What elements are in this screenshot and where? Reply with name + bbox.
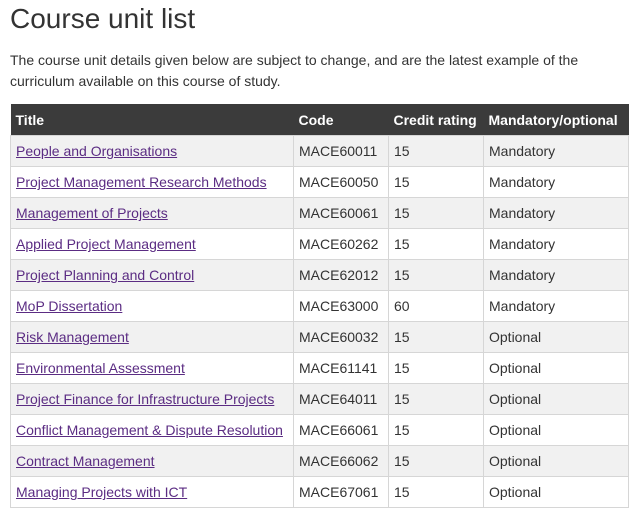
cell-status: Mandatory <box>483 259 629 291</box>
course-unit-link[interactable]: Project Planning and Control <box>16 267 194 283</box>
cell-title: Management of Projects <box>10 197 294 229</box>
cell-credit: 15 <box>388 476 484 508</box>
course-unit-link[interactable]: MoP Dissertation <box>16 298 122 314</box>
course-unit-link[interactable]: Conflict Management & Dispute Resolution <box>16 422 283 438</box>
cell-title: Managing Projects with ICT <box>10 476 294 508</box>
cell-code: MACE62012 <box>293 259 389 291</box>
table-row: MoP Dissertation MACE63000 60 Mandatory <box>10 290 629 322</box>
cell-code: MACE63000 <box>293 290 389 322</box>
cell-credit: 60 <box>388 290 484 322</box>
cell-title: Applied Project Management <box>10 228 294 260</box>
cell-status: Optional <box>483 383 629 415</box>
course-unit-link[interactable]: People and Organisations <box>16 143 177 159</box>
course-unit-link[interactable]: Environmental Assessment <box>16 360 185 376</box>
cell-credit: 15 <box>388 197 484 229</box>
cell-title: MoP Dissertation <box>10 290 294 322</box>
cell-credit: 15 <box>388 383 484 415</box>
cell-title: Project Management Research Methods <box>10 166 294 198</box>
cell-code: MACE67061 <box>293 476 389 508</box>
cell-credit: 15 <box>388 259 484 291</box>
cell-code: MACE66062 <box>293 445 389 477</box>
table-row: Contract Management MACE66062 15 Optional <box>10 445 629 477</box>
column-header-code: Code <box>293 104 389 136</box>
cell-title: Project Finance for Infrastructure Proje… <box>10 383 294 415</box>
cell-credit: 15 <box>388 166 484 198</box>
page-title: Course unit list <box>10 3 196 34</box>
cell-status: Optional <box>483 476 629 508</box>
course-unit-table: Title Code Credit rating Mandatory/optio… <box>10 104 629 508</box>
cell-status: Mandatory <box>483 166 629 198</box>
cell-code: MACE60050 <box>293 166 389 198</box>
table-row: Project Finance for Infrastructure Proje… <box>10 383 629 415</box>
cell-status: Optional <box>483 414 629 446</box>
cell-status: Optional <box>483 445 629 477</box>
intro-text: The course unit details given below are … <box>10 52 579 89</box>
cell-title: Conflict Management & Dispute Resolution <box>10 414 294 446</box>
cell-title: Environmental Assessment <box>10 352 294 384</box>
course-unit-link[interactable]: Contract Management <box>16 453 155 469</box>
table-row: Conflict Management & Dispute Resolution… <box>10 414 629 446</box>
course-unit-page: Course unit list The course unit details… <box>0 0 640 523</box>
cell-code: MACE66061 <box>293 414 389 446</box>
cell-code: MACE61141 <box>293 352 389 384</box>
table-row: People and Organisations MACE60011 15 Manda… <box>10 135 629 167</box>
cell-title: Contract Management <box>10 445 294 477</box>
cell-title: People and Organisations <box>10 135 294 167</box>
table-header-row: Title Code Credit rating Mandatory/optio… <box>10 104 629 136</box>
cell-credit: 15 <box>388 414 484 446</box>
course-unit-link[interactable]: Management of Projects <box>16 205 168 221</box>
cell-credit: 15 <box>388 135 484 167</box>
cell-credit: 15 <box>388 228 484 260</box>
cell-credit: 15 <box>388 445 484 477</box>
column-header-credit: Credit rating <box>388 104 484 136</box>
cell-status: Optional <box>483 321 629 353</box>
cell-title: Project Planning and Control <box>10 259 294 291</box>
course-unit-link[interactable]: Risk Management <box>16 329 129 345</box>
cell-code: MACE60262 <box>293 228 389 260</box>
cell-code: MACE60011 <box>293 135 389 167</box>
table-row: Project Planning and Control MACE62012 15 M… <box>10 259 629 291</box>
course-unit-link[interactable]: Project Management Research Methods <box>16 174 267 190</box>
cell-title: Risk Management <box>10 321 294 353</box>
cell-code: MACE64011 <box>293 383 389 415</box>
cell-status: Mandatory <box>483 228 629 260</box>
table-body: People and Organisations MACE60011 15 Manda… <box>10 135 629 508</box>
course-unit-link[interactable]: Applied Project Management <box>16 236 196 252</box>
cell-credit: 15 <box>388 321 484 353</box>
cell-status: Mandatory <box>483 197 629 229</box>
cell-code: MACE60061 <box>293 197 389 229</box>
table-row: Environmental Assessment MACE61141 15 Optio… <box>10 352 629 384</box>
cell-credit: 15 <box>388 352 484 384</box>
cell-status: Optional <box>483 352 629 384</box>
cell-code: MACE60032 <box>293 321 389 353</box>
course-unit-link[interactable]: Project Finance for Infrastructure Proje… <box>16 391 274 407</box>
column-header-title: Title <box>10 104 294 136</box>
table-row: Managing Projects with ICT MACE67061 15 Opt… <box>10 476 629 508</box>
table-row: Management of Projects MACE60061 15 Mandato… <box>10 197 629 229</box>
table-header: Title Code Credit rating Mandatory/optio… <box>10 104 629 136</box>
table-row: Project Management Research Methods MACE6… <box>10 166 629 198</box>
column-header-mandatory: Mandatory/optional <box>483 104 629 136</box>
cell-status: Mandatory <box>483 290 629 322</box>
table-row: Risk Management MACE60032 15 Optional <box>10 321 629 353</box>
table-row: Applied Project Management MACE60262 15 Man… <box>10 228 629 260</box>
cell-status: Mandatory <box>483 135 629 167</box>
course-unit-link[interactable]: Managing Projects with ICT <box>16 484 187 500</box>
